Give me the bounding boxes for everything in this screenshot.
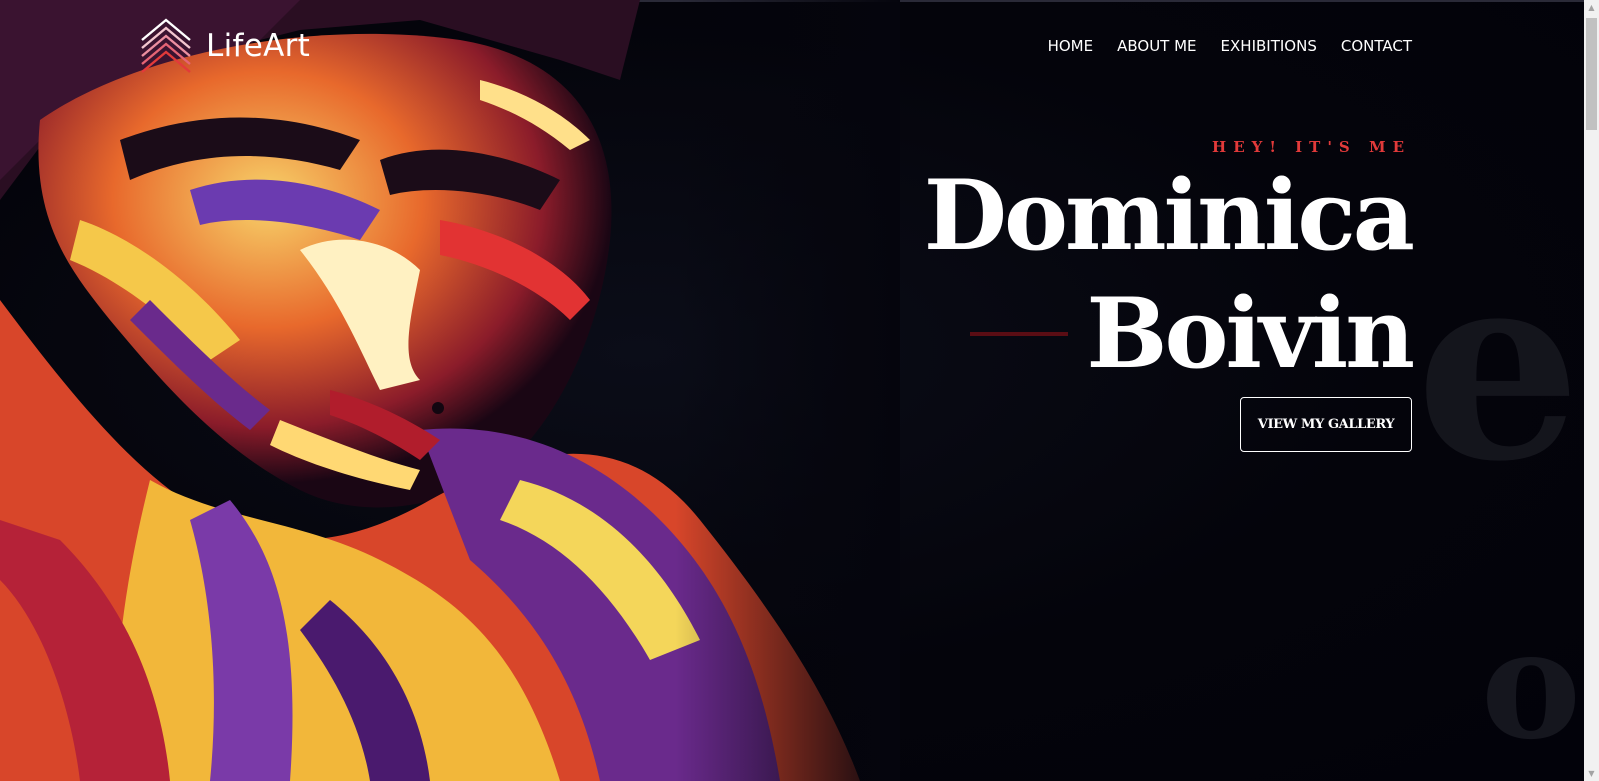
nav-exhibitions[interactable]: EXHIBITIONS <box>1221 37 1317 55</box>
hero-eyebrow: HEY! IT'S ME <box>1212 138 1411 156</box>
scroll-thumb[interactable] <box>1586 18 1597 130</box>
accent-divider <box>970 331 1069 336</box>
hero-portrait-image <box>0 0 900 781</box>
brand-name: LifeArt <box>206 28 311 64</box>
nav-about-me[interactable]: ABOUT ME <box>1117 37 1196 55</box>
main-nav: HOME ABOUT ME EXHIBITIONS CONTACT <box>1048 37 1412 55</box>
brand-logo[interactable]: LifeArt <box>140 18 310 74</box>
hero-last-name: Boivin <box>1086 277 1415 390</box>
hero-last-name-row: Boivin <box>970 276 1415 391</box>
nav-contact[interactable]: CONTACT <box>1341 37 1412 55</box>
hero-section: e o LifeArt HOME ABOUT ME EXHIBITIONS CO… <box>0 0 1599 781</box>
chevron-stripes-icon <box>141 18 191 73</box>
hero-first-name: Dominica <box>923 159 1415 272</box>
view-gallery-button[interactable]: VIEW MY GALLERY <box>1240 397 1412 452</box>
page-scrollbar[interactable]: ▲ ▼ <box>1584 0 1599 781</box>
ghost-letter-top: e <box>1415 214 1581 519</box>
nav-home[interactable]: HOME <box>1048 37 1094 55</box>
scroll-down-arrow-icon[interactable]: ▼ <box>1584 766 1599 781</box>
ghost-letter-bottom: o <box>1480 597 1581 773</box>
scroll-up-arrow-icon[interactable]: ▲ <box>1584 0 1599 15</box>
